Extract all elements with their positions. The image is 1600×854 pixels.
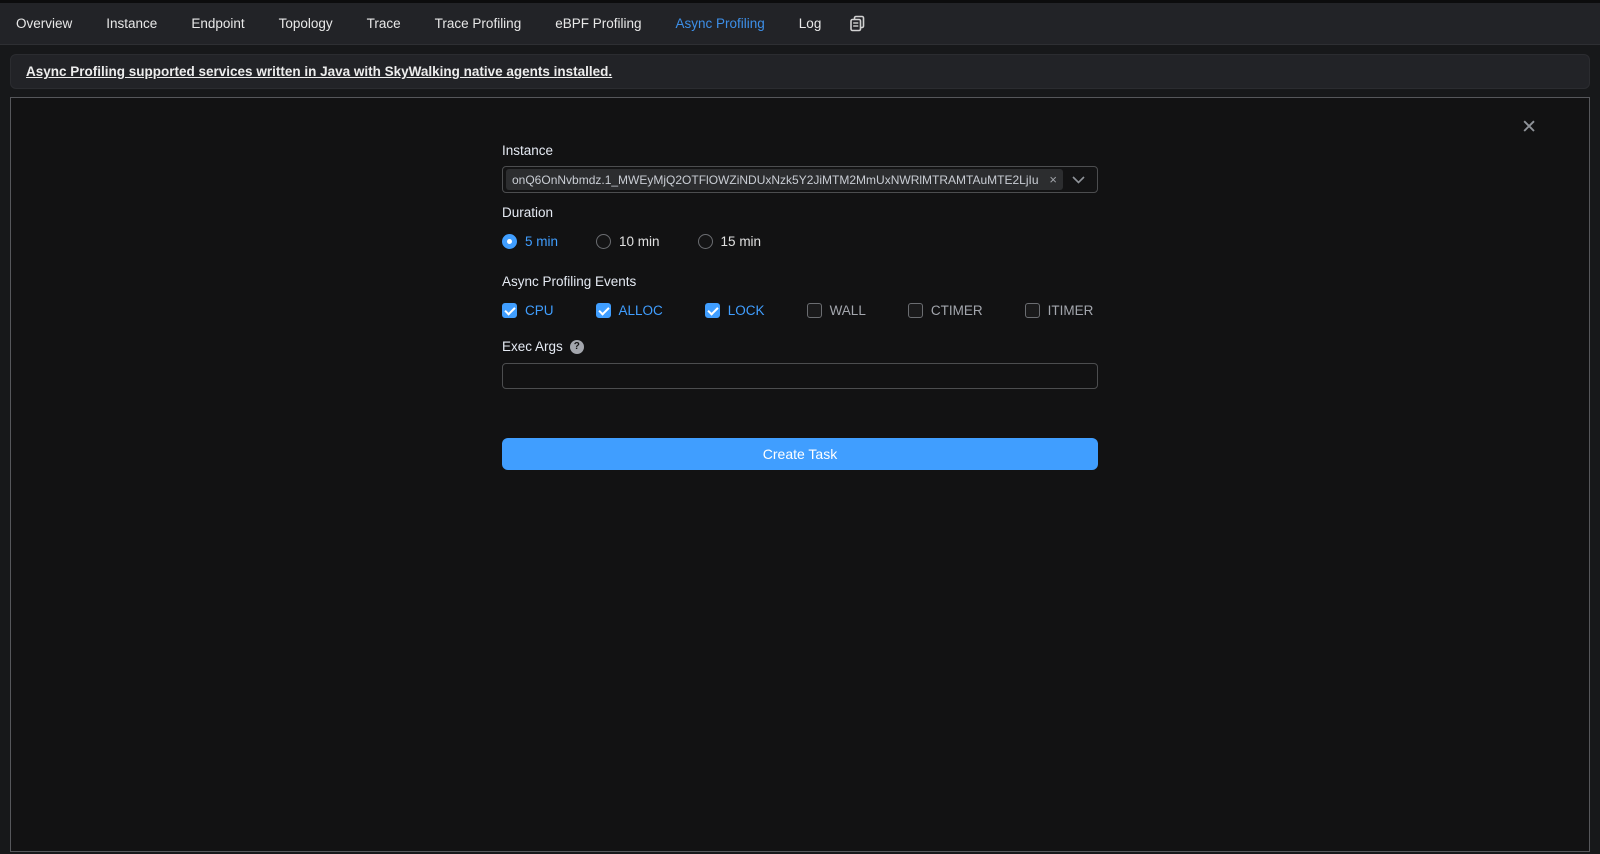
radio-10-min[interactable]: 10 min: [596, 234, 660, 249]
tab-trace-profiling[interactable]: Trace Profiling: [435, 16, 522, 31]
tab-trace[interactable]: Trace: [367, 16, 401, 31]
instance-label: Instance: [502, 144, 1098, 158]
checkbox-empty-icon: [807, 303, 822, 318]
copy-docs-icon[interactable]: [849, 15, 866, 32]
supported-services-banner: Async Profiling supported services writt…: [10, 54, 1590, 89]
top-navbar: Overview Instance Endpoint Topology Trac…: [0, 0, 1600, 45]
radio-5-min-label: 5 min: [525, 234, 558, 249]
close-icon[interactable]: ✕: [1521, 118, 1537, 137]
create-task-form: Instance onQ6OnNvbmdz.1_MWEyMjQ2OTFlOWZi…: [502, 144, 1098, 470]
exec-args-label-row: Exec Args ?: [502, 340, 1098, 354]
tab-endpoint[interactable]: Endpoint: [191, 16, 244, 31]
tab-log[interactable]: Log: [799, 16, 822, 31]
checkbox-wall-label: WALL: [830, 303, 866, 318]
checkbox-ctimer[interactable]: CTIMER: [908, 303, 983, 318]
chevron-down-icon[interactable]: [1063, 176, 1093, 184]
tab-ebpf-profiling[interactable]: eBPF Profiling: [555, 16, 641, 31]
tab-async-profiling[interactable]: Async Profiling: [676, 16, 765, 31]
checkbox-itimer-label: ITIMER: [1048, 303, 1094, 318]
checkmark-icon: [502, 303, 517, 318]
checkbox-wall[interactable]: WALL: [807, 303, 866, 318]
instance-tag-text: onQ6OnNvbmdz.1_MWEyMjQ2OTFlOWZiNDUxNzk5Y…: [512, 173, 1044, 187]
radio-5-min[interactable]: 5 min: [502, 234, 558, 249]
instance-select[interactable]: onQ6OnNvbmdz.1_MWEyMjQ2OTFlOWZiNDUxNzk5Y…: [502, 166, 1098, 193]
exec-args-input[interactable]: [502, 363, 1098, 389]
duration-radio-group: 5 min 10 min 15 min: [502, 234, 1098, 249]
events-checkbox-group: CPU ALLOC LOCK WALL CTIMER: [502, 303, 1098, 318]
create-task-button[interactable]: Create Task: [502, 438, 1098, 470]
radio-circle-icon: [596, 234, 611, 249]
async-profiling-task-panel: ✕ Instance onQ6OnNvbmdz.1_MWEyMjQ2OTFlOW…: [10, 97, 1590, 852]
checkbox-cpu-label: CPU: [525, 303, 554, 318]
checkbox-lock-label: LOCK: [728, 303, 765, 318]
checkbox-lock[interactable]: LOCK: [705, 303, 765, 318]
checkmark-icon: [705, 303, 720, 318]
radio-10-min-label: 10 min: [619, 234, 660, 249]
instance-selected-tag: onQ6OnNvbmdz.1_MWEyMjQ2OTFlOWZiNDUxNzk5Y…: [506, 169, 1063, 190]
radio-15-min[interactable]: 15 min: [698, 234, 762, 249]
events-label: Async Profiling Events: [502, 275, 1098, 289]
tag-remove-icon[interactable]: ×: [1049, 173, 1057, 186]
checkbox-empty-icon: [908, 303, 923, 318]
duration-label: Duration: [502, 206, 1098, 220]
tab-topology[interactable]: Topology: [279, 16, 333, 31]
checkmark-icon: [596, 303, 611, 318]
supported-services-link[interactable]: Async Profiling supported services writt…: [26, 64, 612, 79]
tab-overview[interactable]: Overview: [16, 16, 72, 31]
checkbox-ctimer-label: CTIMER: [931, 303, 983, 318]
checkbox-empty-icon: [1025, 303, 1040, 318]
radio-15-min-label: 15 min: [721, 234, 762, 249]
radio-dot-icon: [502, 234, 517, 249]
checkbox-alloc-label: ALLOC: [619, 303, 663, 318]
checkbox-alloc[interactable]: ALLOC: [596, 303, 663, 318]
tab-instance[interactable]: Instance: [106, 16, 157, 31]
exec-args-label: Exec Args: [502, 340, 563, 354]
radio-circle-icon: [698, 234, 713, 249]
checkbox-cpu[interactable]: CPU: [502, 303, 554, 318]
help-icon[interactable]: ?: [570, 340, 584, 354]
checkbox-itimer[interactable]: ITIMER: [1025, 303, 1094, 318]
